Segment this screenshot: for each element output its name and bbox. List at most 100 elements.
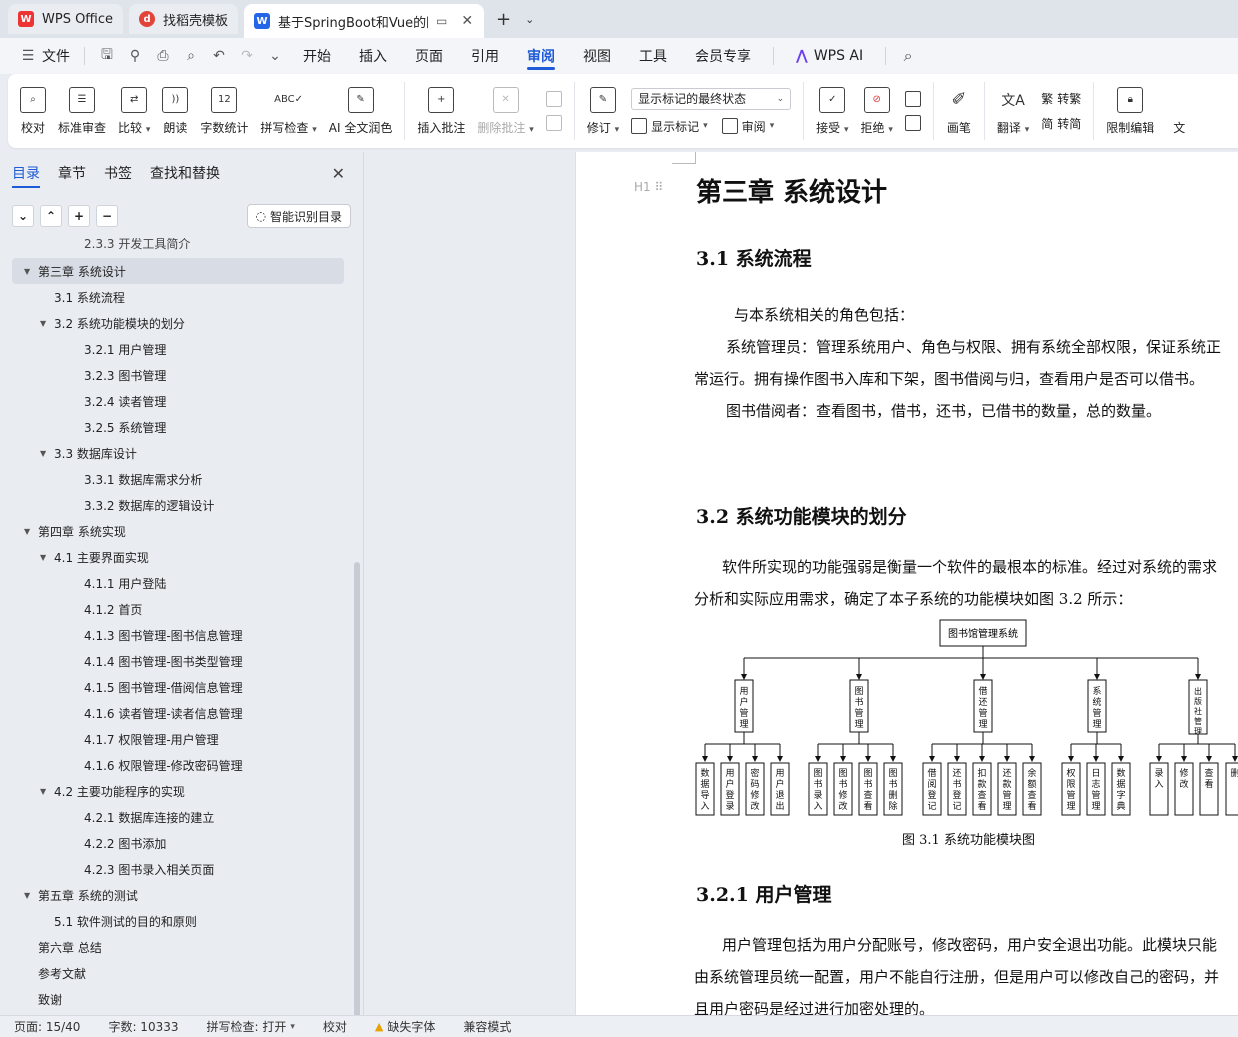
prev-comment-icon[interactable] bbox=[545, 91, 562, 107]
redo-icon[interactable]: ↷ bbox=[237, 48, 257, 64]
to-simplified-button[interactable]: 简转简 bbox=[1041, 115, 1081, 132]
prev-revision-icon[interactable] bbox=[904, 91, 921, 107]
display-mode-select[interactable]: 显示标记的最终状态 ⌄ bbox=[631, 87, 792, 110]
document-permission-button[interactable]: 文 bbox=[1160, 79, 1192, 143]
close-icon[interactable]: ✕ bbox=[332, 164, 345, 183]
toc-item[interactable]: 5.1 软件测试的目的和原则 bbox=[0, 908, 356, 934]
toc-item[interactable]: ▼ 第五章 系统的测试 bbox=[0, 882, 356, 908]
spell-check-button[interactable]: ABC✓ 拼写检查 ▾ bbox=[254, 79, 322, 143]
translate-button[interactable]: 文A 翻译 ▾ bbox=[991, 79, 1035, 143]
menu-reference[interactable]: 引用 bbox=[457, 38, 513, 74]
to-traditional-button[interactable]: 繁转繁 bbox=[1041, 90, 1081, 107]
pen-button[interactable]: ✐ 画笔 bbox=[940, 79, 978, 143]
menu-tools[interactable]: 工具 bbox=[625, 38, 681, 74]
toc-item[interactable]: 3.3.1 数据库需求分析 bbox=[0, 466, 356, 492]
toc-item[interactable]: 4.1.6 权限管理-修改密码管理 bbox=[0, 752, 356, 778]
print-icon[interactable]: ⎙ bbox=[153, 48, 173, 64]
page-count[interactable]: 页面: 15/40 bbox=[0, 1018, 94, 1035]
tab-chapters[interactable]: 章节 bbox=[58, 152, 86, 194]
expand-triangle-icon[interactable]: ▼ bbox=[40, 787, 54, 796]
new-tab-icon[interactable]: + bbox=[490, 9, 517, 30]
standard-review-button[interactable]: ☰ 标准审查 bbox=[52, 79, 112, 143]
tab-template[interactable]: d 找稻壳模板 bbox=[129, 4, 239, 34]
accept-button[interactable]: ✓ 接受 ▾ bbox=[810, 79, 854, 143]
toc-item[interactable]: 4.2.1 数据库连接的建立 bbox=[0, 804, 356, 830]
toc-item[interactable]: ▼ 第四章 系统实现 bbox=[0, 518, 356, 544]
proofread-button[interactable]: ⌕ 校对 bbox=[14, 79, 52, 143]
toc-item[interactable]: ▼ 3.3 数据库设计 bbox=[0, 440, 356, 466]
link-icon[interactable]: ⚲ bbox=[125, 48, 145, 64]
next-revision-icon[interactable] bbox=[904, 115, 921, 131]
chevron-down-icon[interactable]: ⌄ bbox=[12, 205, 34, 227]
heading-mark[interactable]: H1 ⠿ bbox=[634, 180, 663, 194]
expand-triangle-icon[interactable]: ▼ bbox=[40, 449, 54, 458]
expand-triangle-icon[interactable]: ▼ bbox=[24, 891, 38, 900]
insert-comment-button[interactable]: + 插入批注 bbox=[411, 79, 471, 143]
more-chevron-icon[interactable]: ⌄ bbox=[265, 48, 285, 64]
menu-review[interactable]: 审阅 bbox=[513, 38, 569, 74]
toc-item[interactable]: 3.3.2 数据库的逻辑设计 bbox=[0, 492, 356, 518]
expand-triangle-icon[interactable]: ▼ bbox=[40, 319, 54, 328]
toc-item[interactable]: 4.1.4 图书管理-图书类型管理 bbox=[0, 648, 356, 674]
tab-bookmarks[interactable]: 书签 bbox=[104, 152, 132, 194]
minus-icon[interactable]: − bbox=[96, 205, 118, 227]
toc-item[interactable]: 3.2.3 图书管理 bbox=[0, 362, 356, 388]
word-count-button[interactable]: 12 字数统计 bbox=[194, 79, 254, 143]
menu-view[interactable]: 视图 bbox=[569, 38, 625, 74]
toc-item[interactable]: 4.1.6 读者管理-读者信息管理 bbox=[0, 700, 356, 726]
toc-item[interactable]: 致谢 bbox=[0, 986, 356, 1012]
expand-triangle-icon[interactable]: ▼ bbox=[40, 553, 54, 562]
toc-item[interactable]: 参考文献 bbox=[0, 960, 356, 986]
tab-wps-office[interactable]: W WPS Office bbox=[8, 4, 124, 34]
compare-button[interactable]: ⇄ 比较 ▾ bbox=[112, 79, 156, 143]
toc-item[interactable]: 3.2.5 系统管理 bbox=[0, 414, 356, 440]
smart-toc-button[interactable]: ◌ 智能识别目录 bbox=[246, 204, 351, 228]
print-preview-icon[interactable]: ⌕ bbox=[181, 48, 201, 64]
close-tab-icon[interactable]: ✕ bbox=[461, 13, 473, 29]
menu-page[interactable]: 页面 bbox=[401, 38, 457, 74]
toc-item[interactable]: 4.1.7 权限管理-用户管理 bbox=[0, 726, 356, 752]
menu-insert[interactable]: 插入 bbox=[345, 38, 401, 74]
toc-item[interactable]: ▼ 4.1 主要界面实现 bbox=[0, 544, 356, 570]
toc-item[interactable]: ▼ 4.2 主要功能程序的实现 bbox=[0, 778, 356, 804]
show-marks-button[interactable]: 显示标记 ▾ bbox=[631, 118, 708, 135]
undo-icon[interactable]: ↶ bbox=[209, 48, 229, 64]
toc-item[interactable]: 3.1 系统流程 bbox=[0, 284, 356, 310]
toc-item[interactable]: 4.2.3 图书录入相关页面 bbox=[0, 856, 356, 882]
ai-proofread-button[interactable]: ✎ AI 全文润色 bbox=[323, 79, 399, 143]
toc-item[interactable]: 4.1.2 首页 bbox=[0, 596, 356, 622]
menu-member[interactable]: 会员专享 bbox=[681, 38, 765, 74]
review-pane-button[interactable]: 审阅 ▾ bbox=[721, 118, 774, 135]
wps-ai-button[interactable]: ⋀ WPS AI bbox=[782, 38, 877, 74]
toc-item[interactable]: 3.2.1 用户管理 bbox=[0, 336, 356, 362]
word-count[interactable]: 字数: 10333 bbox=[94, 1018, 192, 1035]
toc-item[interactable]: ▼ 第三章 系统设计 bbox=[12, 258, 344, 284]
delete-comment-button[interactable]: ✕ 删除批注 ▾ bbox=[471, 79, 539, 143]
restrict-edit-button[interactable]: 🔒︎ 限制编辑 bbox=[1100, 79, 1160, 143]
expand-triangle-icon[interactable]: ▼ bbox=[24, 267, 38, 276]
missing-font-status[interactable]: ▲ 缺失字体 bbox=[361, 1018, 449, 1035]
toc-item[interactable]: ▼ 3.2 系统功能模块的划分 bbox=[0, 310, 356, 336]
reject-button[interactable]: ⊘ 拒绝 ▾ bbox=[855, 79, 899, 143]
toc-item[interactable]: 4.1.5 图书管理-借阅信息管理 bbox=[0, 674, 356, 700]
toc-item[interactable]: 3.2.4 读者管理 bbox=[0, 388, 356, 414]
toc-item[interactable]: 4.1.3 图书管理-图书信息管理 bbox=[0, 622, 356, 648]
search-icon[interactable]: ⌕ bbox=[898, 46, 918, 66]
toc-item[interactable]: 4.2.2 图书添加 bbox=[0, 830, 356, 856]
toc-scrollbar[interactable] bbox=[354, 562, 360, 1018]
menu-start[interactable]: 开始 bbox=[289, 38, 345, 74]
revise-button[interactable]: ✎ 修订 ▾ bbox=[581, 79, 625, 143]
spell-check-status[interactable]: 拼写检查: 打开 ▾ bbox=[193, 1018, 309, 1035]
toc-item[interactable]: 4.1.1 用户登陆 bbox=[0, 570, 356, 596]
tab-toc[interactable]: 目录 bbox=[12, 152, 40, 194]
expand-triangle-icon[interactable]: ▼ bbox=[24, 527, 38, 536]
tab-list-chevron-icon[interactable]: ⌄ bbox=[523, 13, 536, 26]
proof-status[interactable]: 校对 bbox=[309, 1018, 361, 1035]
chevron-up-icon[interactable]: ⌃ bbox=[40, 205, 62, 227]
read-aloud-button[interactable]: )) 朗读 bbox=[156, 79, 194, 143]
file-menu[interactable]: 文件 bbox=[42, 46, 70, 66]
next-comment-icon[interactable] bbox=[545, 115, 562, 131]
hamburger-icon[interactable]: ☰ bbox=[18, 48, 38, 64]
monitor-icon[interactable]: ▭ bbox=[436, 14, 447, 28]
toc-item[interactable]: 2.3.3 开发工具简介 bbox=[0, 238, 356, 252]
